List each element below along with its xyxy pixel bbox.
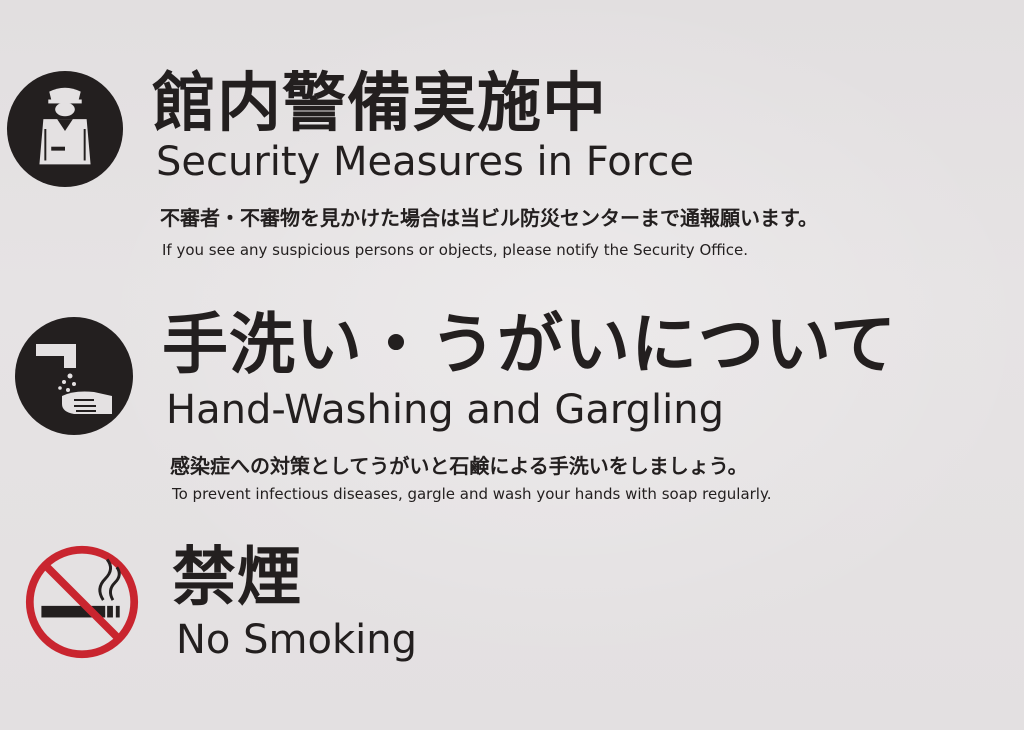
hand-washing-sign: 手洗い・うがいについて Hand-Washing and Gargling 感染… [0, 290, 1024, 520]
no-smoking-icon [24, 544, 140, 660]
hand-washing-title-jp: 手洗い・うがいについて [162, 306, 898, 383]
security-note-jp: 不審者・不審物を見かけた場合は当ビル防災センターまで通報願います。 [160, 206, 818, 230]
security-title-jp: 館内警備実施中 [152, 67, 607, 141]
security-note-en: If you see any suspicious persons or obj… [162, 241, 748, 259]
security-sign: 館内警備実施中 Security Measures in Force 不審者・不… [0, 0, 1024, 290]
security-title-en: Security Measures in Force [156, 139, 694, 185]
hand-washing-note-en: To prevent infectious diseases, gargle a… [172, 485, 772, 503]
no-smoking-sign: 禁煙 No Smoking [0, 520, 1024, 730]
no-smoking-title-en: No Smoking [176, 617, 417, 663]
hand-washing-title-en: Hand-Washing and Gargling [166, 387, 724, 433]
hand-washing-note-jp: 感染症への対策としてうがいと石鹸による手洗いをしましょう。 [170, 454, 748, 478]
no-smoking-title-jp: 禁煙 [172, 541, 302, 615]
hand-washing-icon [14, 316, 134, 436]
security-guard-icon [6, 70, 124, 188]
